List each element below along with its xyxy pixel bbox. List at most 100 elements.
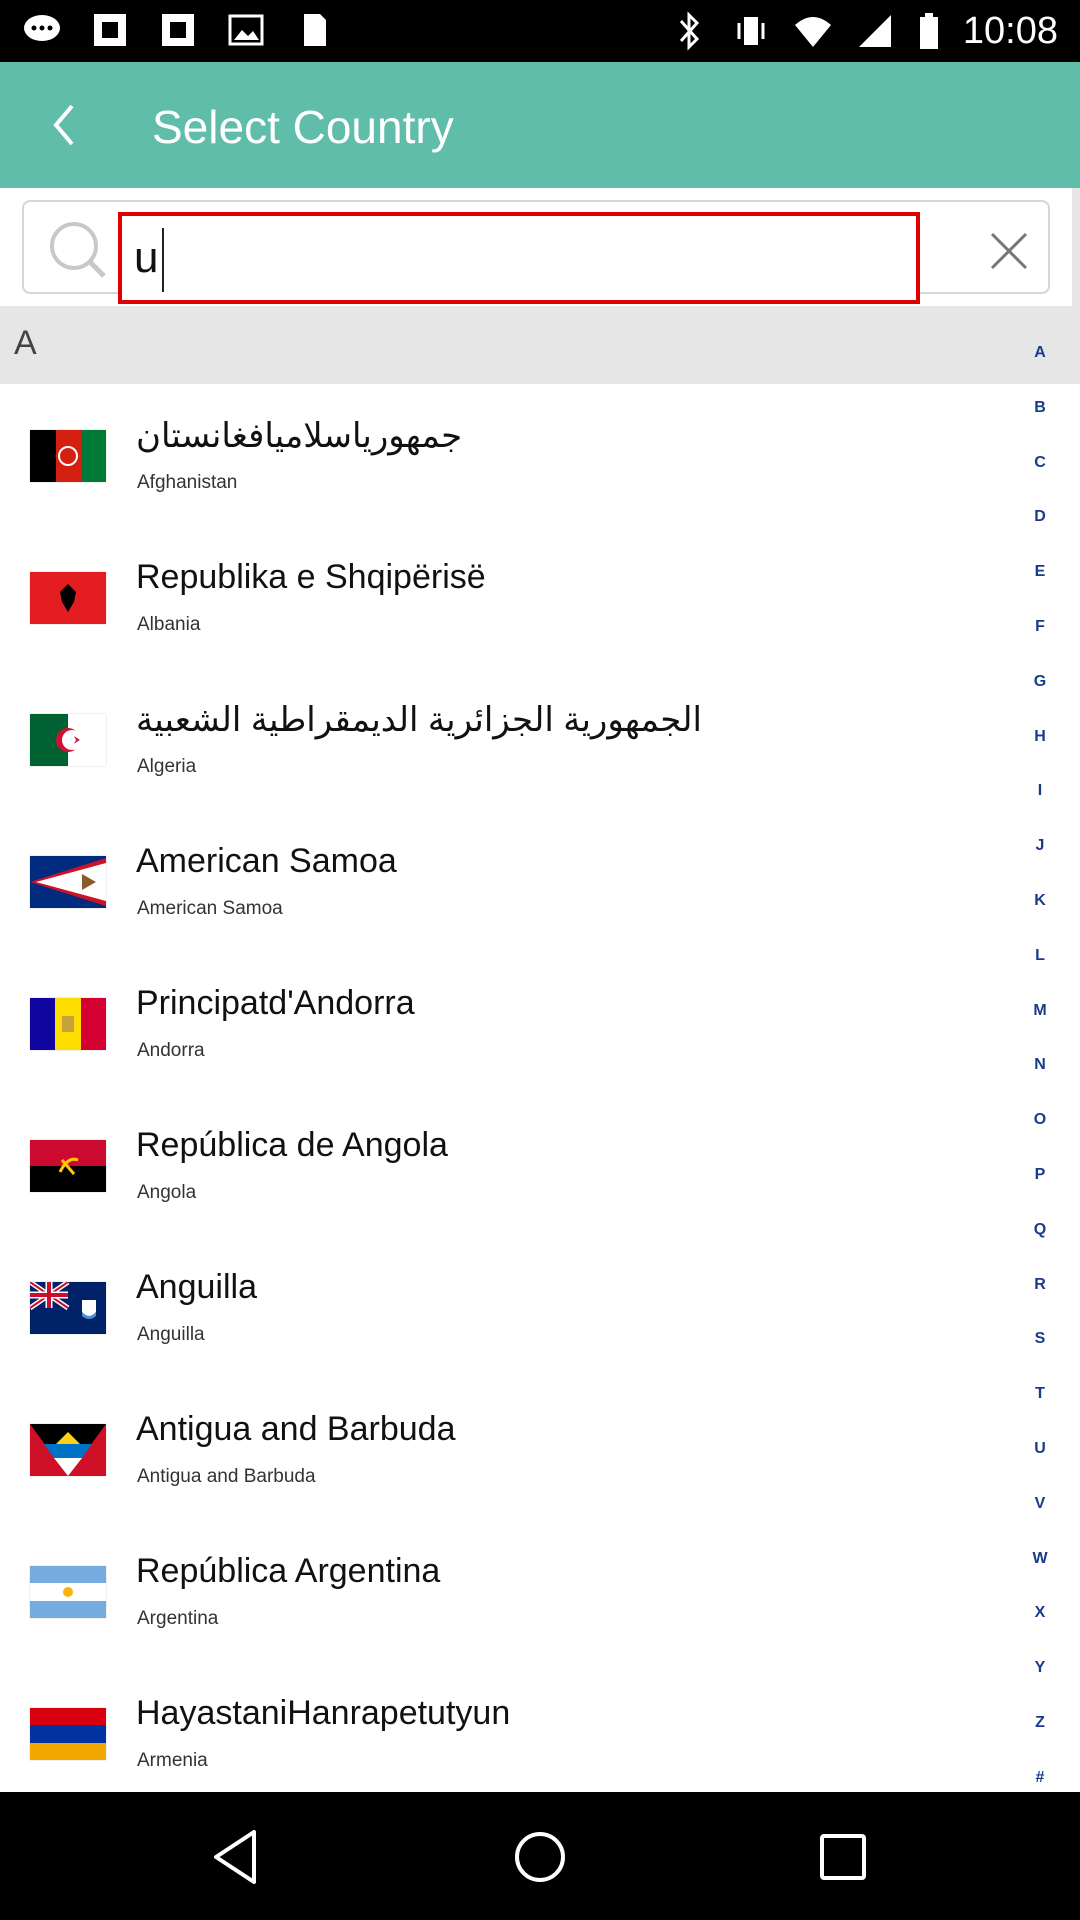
index-letter-q[interactable]: Q [1010,1215,1070,1270]
country-native-name: Antigua and Barbuda [136,1410,456,1448]
country-native-name: Principatd'Andorra [136,984,415,1022]
armenia-flag-icon [30,1708,106,1760]
country-english-name: Angola [137,1182,197,1203]
country-native-name: جمهوریاسلامیافغانستان [136,417,463,455]
index-letter-g[interactable]: G [1010,667,1070,722]
country-item-antigua-and-barbuda[interactable]: Antigua and Barbuda Antigua and Barbuda [0,1378,1010,1520]
vibrate-icon [731,9,771,53]
country-english-name: Antigua and Barbuda [137,1466,316,1487]
index-letter-a[interactable]: A [1010,338,1070,393]
index-letter-t[interactable]: T [1010,1379,1070,1434]
index-letter-v[interactable]: V [1010,1489,1070,1544]
index-letter-p[interactable]: P [1010,1160,1070,1215]
alphabet-index[interactable]: A B C D E F G H I J K L M N O P Q R S T … [1010,338,1070,1792]
country-item-andorra[interactable]: Principatd'Andorra Andorra [0,952,1010,1094]
search-box: u [22,200,1050,304]
chat-bubble-icon [22,8,62,52]
index-letter-y[interactable]: Y [1010,1653,1070,1708]
back-triangle-icon [214,1830,256,1884]
search-input[interactable]: u [118,212,920,304]
index-letter-s[interactable]: S [1010,1324,1070,1379]
country-native-name: HayastaniHanrapetutyun [136,1694,511,1732]
battery-icon [917,9,941,53]
country-english-name: Algeria [137,756,197,777]
country-english-name: Andorra [137,1040,205,1061]
country-english-name: Argentina [137,1608,219,1629]
home-circle-icon [515,1832,565,1882]
index-letter-o[interactable]: O [1010,1105,1070,1160]
country-english-name: Afghanistan [137,472,238,493]
country-item-anguilla[interactable]: Anguilla Anguilla [0,1236,1010,1378]
status-time: 10:08 [962,10,1058,52]
recents-square-icon [820,1834,866,1880]
index-letter-r[interactable]: R [1010,1270,1070,1325]
country-item-afghanistan[interactable]: جمهوریاسلامیافغانستان Afghanistan [0,384,1010,526]
albania-flag-icon [30,572,106,624]
index-letter-i[interactable]: I [1010,776,1070,831]
country-item-armenia[interactable]: HayastaniHanrapetutyun Armenia [0,1662,1010,1792]
status-bar: 10:08 [0,0,1080,62]
index-letter-c[interactable]: C [1010,448,1070,503]
country-native-name: الجمهورية الجزائرية الديمقراطية الشعبية [136,701,702,739]
notification-square-icon [158,8,198,52]
navigation-bar [0,1792,1080,1920]
country-native-name: República Argentina [136,1552,441,1590]
argentina-flag-icon [30,1566,106,1618]
antigua-flag-icon [30,1424,106,1476]
status-bar-notifications [22,8,334,52]
notification-square-icon [90,8,130,52]
app-bar: Select Country [0,62,1080,188]
country-native-name: Republika e Shqipërisë [136,558,486,596]
index-letter-n[interactable]: N [1010,1050,1070,1105]
index-letter-z[interactable]: Z [1010,1708,1070,1763]
country-item-angola[interactable]: República de Angola Angola [0,1094,1010,1236]
country-english-name: Anguilla [137,1324,205,1345]
index-letter-w[interactable]: W [1010,1544,1070,1599]
wifi-icon [793,9,833,53]
country-native-name: Anguilla [136,1268,257,1306]
index-letter-d[interactable]: D [1010,502,1070,557]
image-icon [226,8,266,52]
scroll-edge [1072,188,1080,306]
nav-back-button[interactable] [202,1822,272,1892]
country-item-albania[interactable]: Republika e Shqipërisë Albania [0,526,1010,668]
index-letter-e[interactable]: E [1010,557,1070,612]
status-bar-system: 10:08 [669,8,1058,54]
country-item-american-samoa[interactable]: American Samoa American Samoa [0,810,1010,952]
angola-flag-icon [30,1140,106,1192]
index-letter-b[interactable]: B [1010,393,1070,448]
nav-home-button[interactable] [505,1822,575,1892]
country-english-name: Albania [137,614,201,635]
index-letter-h[interactable]: H [1010,722,1070,777]
index-letter-l[interactable]: L [1010,941,1070,996]
index-letter-m[interactable]: M [1010,996,1070,1051]
section-letter: A [14,324,37,362]
search-input-value: u [134,233,159,282]
country-native-name: American Samoa [136,842,397,880]
bluetooth-icon [669,9,709,53]
anguilla-flag-icon [30,1282,106,1334]
back-button[interactable] [30,92,100,158]
country-item-argentina[interactable]: República Argentina Argentina [0,1520,1010,1662]
nav-recents-button[interactable] [808,1822,878,1892]
clear-search-button[interactable] [984,226,1034,276]
sim-card-icon [294,8,334,52]
index-letter-f[interactable]: F [1010,612,1070,667]
country-native-name: República de Angola [136,1126,448,1164]
text-cursor [162,228,165,293]
section-header: A [0,306,1080,384]
country-english-name: American Samoa [137,898,283,919]
chevron-left-icon [53,104,74,146]
search-bar: u [0,188,1072,306]
index-letter-u[interactable]: U [1010,1434,1070,1489]
close-icon [990,232,1028,270]
algeria-flag-icon [30,714,106,766]
andorra-flag-icon [30,998,106,1050]
page-title: Select Country [152,101,454,153]
index-letter-j[interactable]: J [1010,831,1070,886]
index-letter-k[interactable]: K [1010,886,1070,941]
country-english-name: Armenia [137,1750,208,1771]
country-item-algeria[interactable]: الجمهورية الجزائرية الديمقراطية الشعبية … [0,668,1010,810]
index-letter-x[interactable]: X [1010,1598,1070,1653]
country-list[interactable]: جمهوریاسلامیافغانستان Afghanistan Republ… [0,384,1010,1792]
